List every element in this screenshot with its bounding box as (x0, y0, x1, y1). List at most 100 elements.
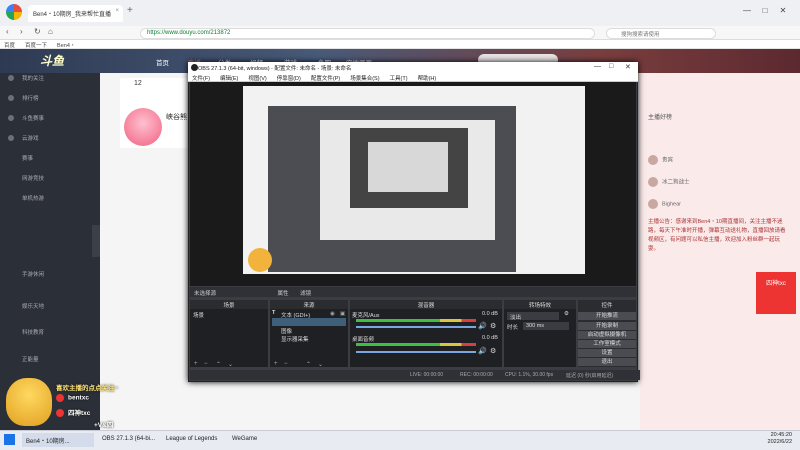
tray-clock[interactable]: 20:45:20 2022/6/22 (748, 432, 792, 446)
back-button[interactable]: ‹ (6, 27, 9, 36)
sidebar-icon (8, 115, 14, 121)
obs-menu-view[interactable]: 视图(V) (248, 74, 266, 82)
sidebar-item-events[interactable]: 斗鱼赛事 (22, 114, 44, 122)
controls-dock-header: 控件 (578, 300, 636, 309)
rank-row[interactable]: 冰二狗战士 (648, 177, 728, 189)
start-recording-button[interactable]: 开始录制 (578, 322, 636, 330)
forward-button[interactable]: › (20, 27, 23, 36)
user-badge-icon (56, 394, 64, 402)
bookmarks-bar: 百度 百度一下 Ben4・ (0, 40, 800, 49)
start-streaming-button[interactable]: 开始推流 (578, 312, 636, 320)
minimize-window-icon[interactable]: — (740, 4, 754, 18)
move-down-button[interactable]: ⌄ (228, 361, 233, 368)
browser-logo-icon[interactable] (6, 4, 22, 20)
bookmark-item[interactable]: 百度一下 (25, 41, 47, 49)
sidebar-item-positive[interactable]: 正能量 (22, 355, 39, 363)
status-cpu: CPU: 1.1%, 30.00 fps (505, 372, 554, 378)
mixer-dock-header: 混音器 (350, 300, 502, 309)
sidebar-icon (8, 75, 14, 81)
sidebar-item-online[interactable]: 网游竞技 (22, 174, 44, 182)
tab-close-icon[interactable]: × (115, 8, 119, 14)
move-down-button[interactable]: ⌄ (318, 361, 323, 368)
bookmark-item[interactable]: Ben4・ (57, 41, 75, 49)
mixer-desktop-meter (356, 343, 476, 346)
source-item-display[interactable]: 显示器采集 (281, 335, 309, 343)
remove-source-button[interactable]: − (284, 361, 288, 367)
sidebar-item-rank[interactable]: 排行榜 (22, 94, 39, 102)
gear-icon[interactable]: ⚙ (490, 322, 496, 330)
exit-button[interactable]: 退出 (578, 358, 636, 366)
add-scene-button[interactable]: + (194, 361, 198, 367)
obs-close-icon[interactable]: ✕ (625, 63, 631, 71)
mixer-mic-volume-slider[interactable] (356, 326, 476, 328)
obs-menu-file[interactable]: 文件(F) (192, 74, 210, 82)
lock-icon[interactable]: ▣ (340, 311, 345, 317)
search-input[interactable]: 搜狗搜索请使用 (606, 28, 716, 39)
settings-button[interactable]: 设置 (578, 349, 636, 357)
speaker-icon[interactable]: 🔊 (478, 322, 487, 330)
obs-menu-docks[interactable]: 停靠窗(D) (277, 74, 301, 82)
obs-minimize-icon[interactable]: — (594, 63, 601, 70)
obs-maximize-icon[interactable]: □ (609, 63, 613, 70)
follower-name: bentxc (56, 394, 89, 402)
user-badge-icon (56, 409, 64, 418)
speaker-icon[interactable]: 🔊 (478, 347, 487, 355)
close-window-icon[interactable]: ✕ (776, 4, 790, 18)
refresh-button[interactable]: ↻ (34, 27, 41, 36)
gear-icon[interactable]: ⚙ (490, 347, 496, 355)
transitions-dock-header: 转场特效 (504, 300, 576, 309)
browser-tab[interactable]: Ben4・10期房_我来帮忙直播 × (28, 5, 123, 22)
obs-menu-tools[interactable]: 工具(T) (390, 74, 408, 82)
obs-menu-edit[interactable]: 编辑(E) (220, 74, 238, 82)
site-logo[interactable]: 斗鱼 (40, 52, 64, 69)
bookmark-item[interactable]: 百度 (4, 41, 15, 49)
sidebar-item-follow[interactable]: 我的关注 (22, 74, 44, 82)
streamer-avatar[interactable] (124, 108, 162, 146)
sidebar-item-fun[interactable]: 娱乐天地 (22, 302, 44, 310)
sidebar-item-cloudgame[interactable]: 云游戏 (22, 134, 39, 142)
obs-menu-profile[interactable]: 配置文件(P) (311, 74, 340, 82)
rank-row[interactable]: 贵宾 (648, 155, 728, 167)
user-avatar-icon (648, 199, 658, 209)
scene-item[interactable]: 场景 (193, 311, 204, 319)
move-up-button[interactable]: ⌃ (216, 361, 221, 368)
streamer-name: 峡谷熊 (166, 114, 187, 121)
obs-title: OBS 27.1.3 (64-bit, windows) - 配置文件: 未命名… (198, 66, 352, 72)
sidebar-item-single[interactable]: 单机热游 (22, 194, 44, 202)
obs-menu-help[interactable]: 帮助(H) (418, 74, 437, 82)
sidebar-item-mobile[interactable]: 手游休闲 (22, 270, 44, 278)
duration-input[interactable]: 300 ms (523, 322, 569, 330)
sidebar-item-match[interactable]: 赛事 (22, 154, 33, 162)
url-input[interactable]: https://www.douyu.com/213872 (140, 28, 595, 39)
taskbar-item-lol[interactable]: League of Legends (162, 433, 224, 447)
new-tab-button[interactable]: + (127, 5, 139, 19)
maximize-window-icon[interactable]: □ (758, 4, 772, 18)
duration-label: 时长 (507, 325, 519, 331)
status-rec: REC: 00:00:00 (460, 372, 493, 378)
studio-mode-button[interactable]: 工作室模式 (578, 340, 636, 348)
transition-settings-icon[interactable]: ⚙ (564, 311, 569, 317)
remove-scene-button[interactable]: − (204, 361, 208, 367)
source-item-image[interactable]: 图像 (281, 327, 292, 335)
obs-menu-scenes[interactable]: 场景集合(S) (350, 74, 379, 82)
properties-button[interactable]: 属性 (278, 291, 289, 297)
taskbar-item-obs[interactable]: OBS 27.1.3 (64-bi... (98, 433, 158, 447)
add-source-button[interactable]: + (274, 361, 278, 367)
virtual-camera-button[interactable]: 启动虚拟摄像机 (578, 331, 636, 339)
taskbar-item-wegame[interactable]: WeGame (228, 433, 278, 447)
windows-start-icon[interactable] (4, 434, 15, 445)
no-source-label: 未选择源 (194, 291, 217, 297)
eye-icon[interactable]: ◉ (330, 311, 335, 317)
move-up-button[interactable]: ⌃ (306, 361, 311, 368)
home-button[interactable]: ⌂ (48, 27, 53, 36)
source-item-selected[interactable] (272, 318, 346, 326)
rank-row[interactable]: Bighear (648, 199, 728, 211)
nav-item-home[interactable]: 首页 (156, 57, 169, 67)
filters-button[interactable]: 滤镜 (300, 291, 311, 297)
sidebar-item-tech[interactable]: 科技教育 (22, 328, 44, 336)
mixer-desktop-volume-slider[interactable] (356, 351, 476, 353)
promo-badge[interactable]: 四神txc (756, 272, 796, 314)
transition-select[interactable]: 淡出 (507, 312, 559, 321)
taskbar-item-browser[interactable]: Ben4・10期房... (22, 433, 94, 447)
follower-name: 四神txc (56, 407, 90, 418)
